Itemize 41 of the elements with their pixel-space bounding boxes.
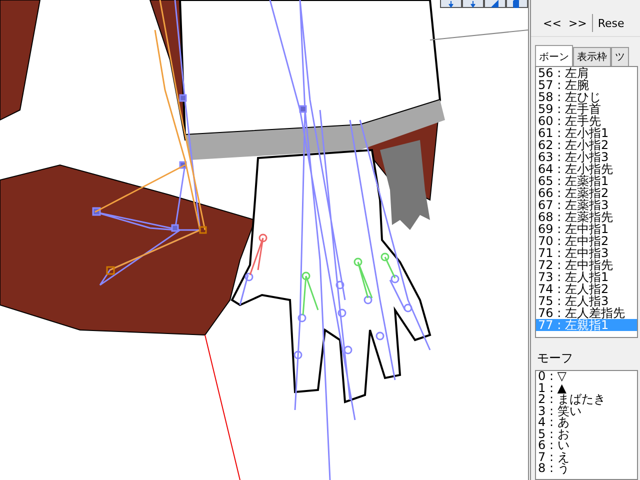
bone-list-item[interactable]: 73 : 左人指1 (536, 271, 637, 283)
bone-list-item[interactable]: 62 : 左小指2 (536, 139, 637, 151)
toolbar-button[interactable] (506, 0, 528, 8)
morph-list-item[interactable]: 2 : まばたき (536, 394, 637, 406)
bone-list-item[interactable]: 68 : 左薬指先 (536, 211, 637, 223)
toolbar-button[interactable] (440, 0, 462, 8)
toolbar-button[interactable] (462, 0, 484, 8)
morph-list-item[interactable]: 1 : ▲ (536, 382, 637, 394)
tab[interactable]: ツ (611, 47, 629, 66)
bone-list-item[interactable]: 58 : 左ひじ (536, 91, 637, 103)
bone-list-item[interactable]: 70 : 左中指2 (536, 235, 637, 247)
bone-list-item[interactable]: 71 : 左中指3 (536, 247, 637, 259)
morph-list-item[interactable]: 4 : あ (536, 417, 637, 428)
tab[interactable]: ボーン (535, 45, 573, 66)
bone-list-item[interactable]: 66 : 左薬指2 (536, 187, 637, 199)
bone-list-item[interactable]: 63 : 左小指3 (536, 151, 637, 163)
bone-list-item[interactable]: 69 : 左中指1 (536, 223, 637, 235)
bone-list-item[interactable]: 65 : 左薬指1 (536, 175, 637, 187)
bone-list-item[interactable]: 64 : 左小指先 (536, 163, 637, 175)
bone-list-item[interactable]: 75 : 左人指3 (536, 295, 637, 307)
bone-list-item[interactable]: 60 : 左手先 (536, 115, 637, 127)
nav-button[interactable]: << (541, 14, 564, 32)
bone-list-item[interactable]: 72 : 左中指先 (536, 259, 637, 271)
tab[interactable]: 表示枠 (573, 47, 611, 66)
bone-list-item[interactable]: 76 : 左人差指先 (536, 307, 637, 319)
morph-list-item[interactable]: 5 : お (536, 428, 637, 440)
bone-list-item[interactable]: 74 : 左人指2 (536, 283, 637, 295)
morph-list-item[interactable]: 6 : い (536, 440, 637, 452)
bone-list-item[interactable]: 56 : 左肩 (536, 67, 637, 79)
bone-list-item[interactable]: 59 : 左手首 (536, 103, 637, 115)
nav-button[interactable]: >> (566, 14, 589, 32)
morph-list-item[interactable]: 7 : え (536, 452, 637, 463)
morph-list-item[interactable]: 8 : う (536, 463, 637, 474)
morph-list-item[interactable]: 0 : ▽ (536, 371, 637, 382)
bone-list-item[interactable]: 67 : 左薬指3 (536, 199, 637, 211)
toolbar-button[interactable] (484, 0, 506, 8)
morph-list-item[interactable]: 3 : 笑い (536, 406, 637, 417)
bone-list-item[interactable]: 61 : 左小指1 (536, 127, 637, 139)
nav-button[interactable]: Rese (596, 14, 626, 32)
bone-list-item[interactable]: 57 : 左腕 (536, 79, 637, 91)
section-title: モーフ (537, 350, 574, 367)
